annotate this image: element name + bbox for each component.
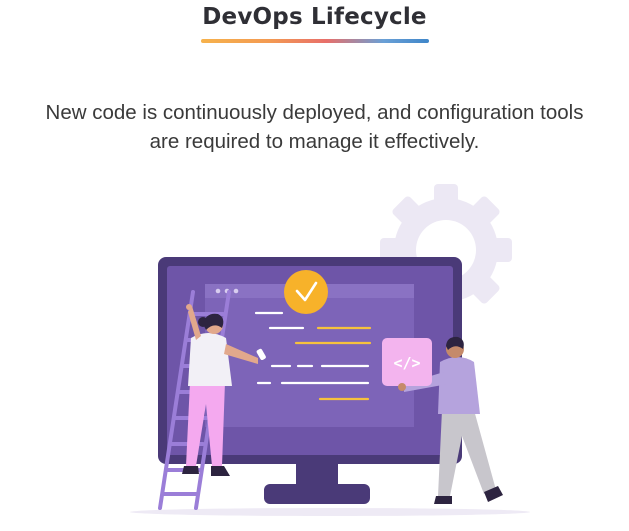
check-icon — [284, 270, 328, 314]
monitor-base — [264, 484, 370, 504]
window-dot — [215, 288, 221, 294]
slide: DevOps Lifecycle New code is continuousl… — [0, 0, 629, 531]
man-hand — [398, 383, 406, 391]
devops-illustration: </> — [130, 184, 530, 516]
code-tag-icon: </> — [382, 338, 432, 386]
code-tag-label: </> — [393, 354, 420, 372]
window-dot — [233, 288, 239, 294]
floor-shadow — [130, 508, 530, 516]
monitor-neck — [296, 464, 338, 486]
